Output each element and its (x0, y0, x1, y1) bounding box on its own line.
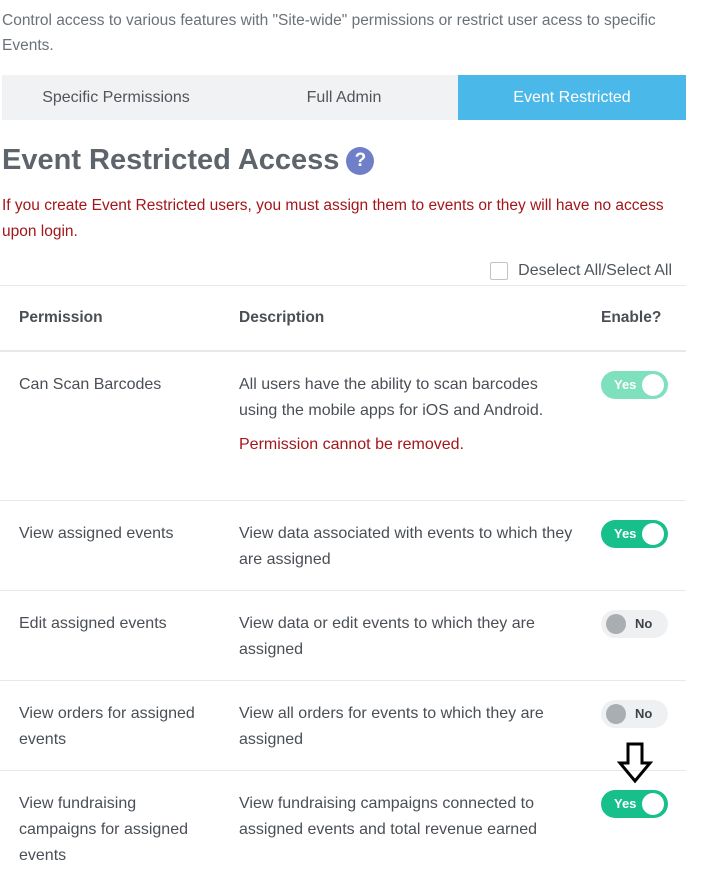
permission-name: View assigned events (19, 525, 174, 542)
enable-toggle[interactable]: Yes (601, 790, 668, 818)
header-enable: Enable? (601, 309, 662, 326)
tab-event-restricted[interactable]: Event Restricted (458, 75, 686, 120)
toggle-label: No (635, 706, 653, 721)
permissions-table: Permission Description Enable? Can Scan … (0, 285, 686, 881)
toggle-knob (642, 374, 664, 396)
header-description: Description (239, 309, 325, 326)
intro-text: Control access to various features with … (2, 12, 656, 54)
permission-description: View all orders for events to which they… (239, 705, 544, 748)
select-all-checkbox[interactable] (490, 262, 509, 280)
permission-name: View orders for assigned events (19, 705, 195, 748)
permission-description: All users have the ability to scan barco… (239, 376, 544, 419)
enable-toggle[interactable]: No (601, 700, 668, 728)
toggle-knob (606, 704, 626, 724)
permission-description: View data associated with events to whic… (239, 525, 573, 568)
table-row: View orders for assigned events View all… (0, 681, 686, 771)
permission-name: Edit assigned events (19, 615, 167, 632)
permission-description-cell: All users have the ability to scan barco… (239, 372, 574, 458)
enable-toggle[interactable]: Yes (601, 520, 668, 548)
warning-text: If you create Event Restricted users, yo… (2, 197, 664, 240)
table-header: Permission Description Enable? (0, 285, 686, 352)
toggle-knob (642, 793, 664, 815)
permission-description: View fundraising campaigns connected to … (239, 795, 537, 838)
tab-specific-permissions[interactable]: Specific Permissions (2, 75, 230, 120)
toggle-label: Yes (614, 526, 637, 541)
permission-name: Can Scan Barcodes (19, 376, 162, 393)
permission-note: Permission cannot be removed. (239, 436, 464, 453)
permission-tabs: Specific Permissions Full Admin Event Re… (2, 75, 686, 120)
enable-toggle: Yes (601, 371, 668, 399)
toggle-label: Yes (614, 377, 637, 392)
arrow-down-icon (617, 742, 653, 784)
toggle-label: Yes (614, 796, 637, 811)
header-permission: Permission (19, 309, 103, 326)
permission-name: View fundraising campaigns for assigned … (19, 795, 188, 864)
page-title: Event Restricted Access ? (2, 144, 375, 177)
table-row: Can Scan Barcodes All users have the abi… (0, 352, 686, 501)
tab-full-admin[interactable]: Full Admin (230, 75, 458, 120)
select-all-label: Deselect All/Select All (518, 262, 672, 279)
toggle-knob (606, 614, 626, 634)
select-all-control[interactable]: Deselect All/Select All (490, 262, 672, 280)
toggle-label: No (635, 616, 653, 631)
table-row: View assigned events View data associate… (0, 501, 686, 591)
enable-toggle[interactable]: No (601, 610, 668, 638)
page-title-text: Event Restricted Access (2, 144, 340, 176)
table-row: Edit assigned events View data or edit e… (0, 591, 686, 681)
toggle-knob (642, 523, 664, 545)
permission-description: View data or edit events to which they a… (239, 615, 535, 658)
question-circle-icon[interactable]: ? (346, 146, 375, 175)
